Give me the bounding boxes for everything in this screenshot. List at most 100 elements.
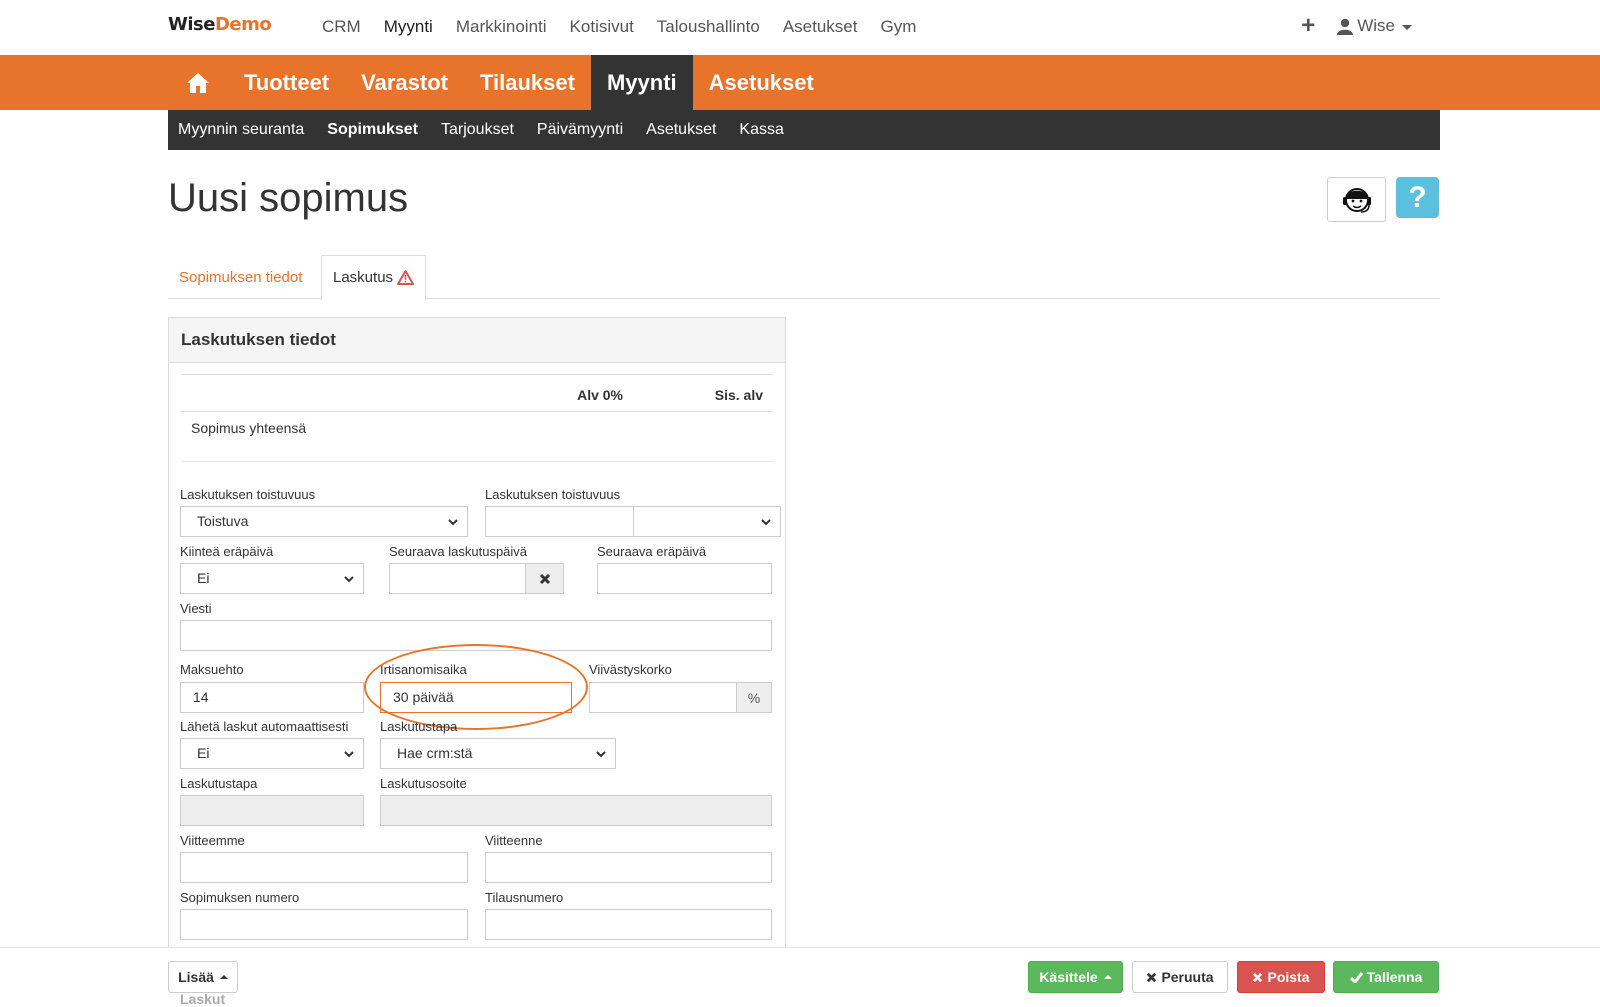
user-name: Wise (1357, 16, 1395, 35)
chevron-down-icon (761, 519, 771, 526)
process-button-label: Käsittele (1039, 969, 1098, 985)
chevron-up-icon (1103, 975, 1112, 979)
top-nav-kotisivut[interactable]: Kotisivut (570, 17, 634, 37)
process-button[interactable]: Käsittele (1028, 961, 1123, 993)
billing-method-input (180, 795, 364, 826)
fixed-due-value: Ei (197, 570, 210, 586)
late-interest-label: Viivästyskorko (589, 662, 672, 677)
order-number-label: Tilausnumero (485, 890, 564, 905)
our-reference-label: Viitteemme (180, 833, 245, 848)
message-input[interactable] (180, 620, 772, 651)
top-nav-crm[interactable]: CRM (322, 17, 361, 37)
sub-nav: Myynnin seuranta Sopimukset Tarjoukset P… (168, 110, 1440, 150)
panel-title: Laskutuksen tiedot (169, 318, 785, 363)
sub-nav-sopimukset[interactable]: Sopimukset (327, 121, 418, 139)
summary-row-label: Sopimus yhteensä (191, 420, 307, 436)
more-button-label: Lisää (178, 969, 214, 985)
partially-hidden-text: Laskut (180, 991, 226, 1007)
order-number-input[interactable] (485, 909, 772, 940)
next-billing-date-label: Seuraava laskutuspäivä (389, 544, 528, 559)
clear-date-button[interactable] (525, 563, 564, 594)
payment-term-label: Maksuehto (180, 662, 244, 677)
sub-nav-asetukset[interactable]: Asetukset (646, 121, 716, 139)
top-bar: WiseDemo CRM Myynti Markkinointi Kotisiv… (0, 0, 1600, 55)
page-title: Uusi sopimus (168, 176, 409, 220)
your-reference-label: Viitteenne (485, 833, 543, 848)
tab-laskutus[interactable]: Laskutus (321, 255, 427, 300)
contract-number-input[interactable] (180, 909, 468, 940)
plus-icon[interactable]: + (1301, 14, 1315, 38)
main-nav-myynti[interactable]: Myynti (590, 55, 693, 110)
percent-addon: % (736, 682, 772, 713)
tab-bar: Sopimuksen tiedot Laskutus (168, 255, 1440, 300)
payment-term-input[interactable]: 14 (180, 682, 364, 713)
billing-frequency-unit-select[interactable] (633, 506, 781, 537)
notice-period-input[interactable]: 30 päivää (380, 682, 572, 713)
notice-period-label: Irtisanomisaika (380, 662, 467, 677)
top-nav-asetukset[interactable]: Asetukset (783, 17, 858, 37)
next-due-date-input[interactable] (597, 563, 772, 594)
save-button-label: Tallenna (1366, 969, 1423, 985)
auto-send-label: Lähetä laskut automaattisesti (180, 719, 349, 734)
chevron-down-icon (596, 751, 606, 758)
close-icon (539, 573, 550, 584)
billing-method-select-label: Laskutustapa (380, 719, 458, 734)
sub-nav-paivamyynti[interactable]: Päivämyynti (537, 121, 623, 139)
support-button[interactable] (1327, 177, 1386, 222)
tab-sopimuksen-tiedot[interactable]: Sopimuksen tiedot (168, 255, 313, 299)
delete-button-label: Poista (1267, 969, 1310, 985)
chevron-down-icon (448, 519, 458, 526)
sub-nav-tarjoukset[interactable]: Tarjoukset (441, 121, 514, 139)
billing-frequency-amount-input[interactable] (485, 506, 634, 537)
main-nav-varastot[interactable]: Varastot (345, 55, 464, 110)
main-nav-tilaukset[interactable]: Tilaukset (464, 55, 591, 110)
user-menu[interactable]: Wise (1337, 16, 1412, 36)
top-nav-gym[interactable]: Gym (880, 17, 916, 37)
delete-button[interactable]: Poista (1237, 961, 1325, 993)
main-nav-tuotteet[interactable]: Tuotteet (228, 55, 345, 110)
auto-send-value: Ei (197, 745, 210, 761)
next-billing-date-input[interactable] (389, 563, 526, 594)
our-reference-input[interactable] (180, 852, 468, 883)
top-nav-markkinointi[interactable]: Markkinointi (456, 17, 547, 37)
top-nav-myynti[interactable]: Myynti (384, 17, 433, 37)
tab-label: Sopimuksen tiedot (179, 268, 303, 286)
billing-frequency-select[interactable]: Toistuva (180, 506, 468, 537)
top-right-controls: + Wise (1301, 14, 1412, 38)
cancel-button[interactable]: Peruuta (1132, 961, 1228, 993)
brand-logo-part2: Demo (214, 14, 272, 35)
main-nav-asetukset[interactable]: Asetukset (693, 55, 830, 110)
billing-frequency-label: Laskutuksen toistuvuus (180, 487, 316, 502)
user-icon (1337, 18, 1354, 35)
late-interest-input[interactable] (589, 682, 737, 713)
fixed-due-select[interactable]: Ei (180, 563, 364, 594)
billing-address-label: Laskutusosoite (380, 776, 467, 791)
action-bar: Lisää Käsittele Peruuta Poista Tallenna (0, 947, 1600, 999)
sub-nav-kassa[interactable]: Kassa (739, 121, 783, 139)
table-row: Sopimus yhteensä (181, 412, 773, 462)
auto-send-select[interactable]: Ei (180, 738, 364, 769)
cancel-button-label: Peruuta (1161, 969, 1214, 985)
main-nav-bar: Tuotteet Varastot Tilaukset Myynti Asetu… (0, 55, 1600, 110)
brand-logo[interactable]: WiseDemo (168, 14, 272, 35)
more-button[interactable]: Lisää (168, 961, 238, 993)
billing-frequency2-label: Laskutuksen toistuvuus (485, 487, 621, 502)
col-vat0: Alv 0% (577, 387, 623, 403)
your-reference-input[interactable] (485, 852, 772, 883)
top-nav-taloushallinto[interactable]: Taloushallinto (657, 17, 760, 37)
summary-header: Alv 0% Sis. alv (181, 374, 773, 412)
billing-address-input (380, 795, 772, 826)
main-nav: Tuotteet Varastot Tilaukset Myynti Asetu… (168, 55, 830, 110)
save-button[interactable]: Tallenna (1333, 961, 1439, 993)
home-icon[interactable] (168, 55, 228, 110)
headset-icon (1342, 187, 1371, 213)
help-button[interactable]: ? (1396, 177, 1439, 218)
contract-number-label: Sopimuksen numero (180, 890, 300, 905)
billing-method-select-value: Hae crm:stä (397, 745, 473, 761)
chevron-down-icon (1402, 24, 1412, 30)
next-due-date-label: Seuraava eräpäivä (597, 544, 707, 559)
chevron-up-icon (219, 975, 228, 979)
billing-frequency-value: Toistuva (197, 513, 249, 529)
billing-method-select[interactable]: Hae crm:stä (380, 738, 616, 769)
sub-nav-myynnin-seuranta[interactable]: Myynnin seuranta (178, 121, 304, 139)
